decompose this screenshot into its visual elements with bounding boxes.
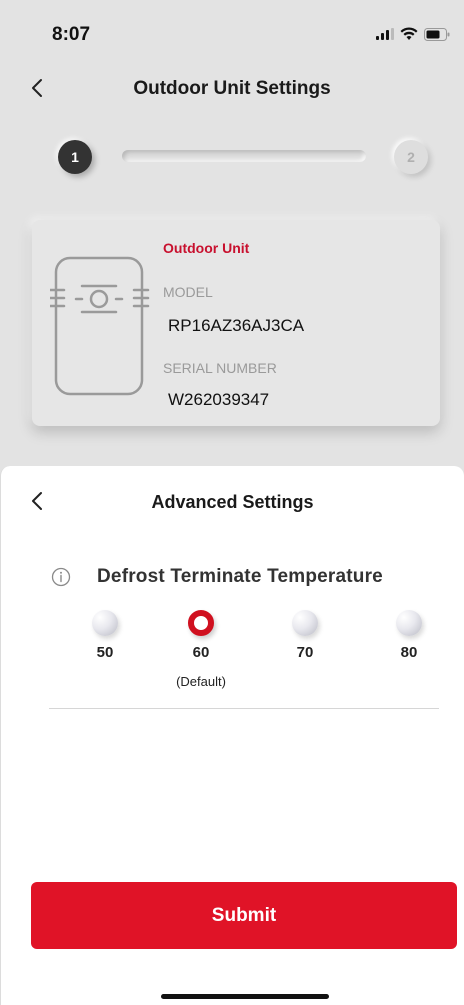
radio-option-50[interactable]: 50 xyxy=(85,610,125,661)
radio-option-70[interactable]: 70 xyxy=(285,610,325,661)
header: Outdoor Unit Settings xyxy=(0,64,464,112)
radio-option-80[interactable]: 80 xyxy=(389,610,429,661)
unit-type-label: Outdoor Unit xyxy=(163,240,250,256)
divider xyxy=(49,708,439,709)
temperature-radio-group: 50 60 70 80 (Default) xyxy=(85,610,425,690)
serial-number-label: SERIAL NUMBER xyxy=(163,360,277,376)
setting-row: Defrost Terminate Temperature xyxy=(51,566,383,588)
serial-number-value: W262039347 xyxy=(168,390,270,409)
status-icons xyxy=(376,27,450,41)
radio-label: 60 xyxy=(192,644,210,661)
submit-button[interactable]: Submit xyxy=(31,882,457,949)
radio-label: 70 xyxy=(296,644,314,661)
step-progress-track xyxy=(122,150,366,162)
page-title: Outdoor Unit Settings xyxy=(133,78,331,99)
setting-label: Defrost Terminate Temperature xyxy=(97,566,383,587)
radio-button[interactable] xyxy=(396,610,422,636)
default-note: (Default) xyxy=(176,674,226,689)
radio-button[interactable] xyxy=(292,610,318,636)
advanced-settings-sheet: Advanced Settings Defrost Terminate Temp… xyxy=(0,466,464,1005)
screen: 8:07 Outdoor Unit Settings 1 2 Outdoor U… xyxy=(0,0,464,1005)
unit-info-card: Outdoor Unit MODEL RP16AZ36AJ3CA SERIAL … xyxy=(32,220,440,426)
status-time: 8:07 xyxy=(52,24,91,45)
sheet-title: Advanced Settings xyxy=(151,492,314,512)
status-bar: 8:07 xyxy=(0,0,464,60)
info-icon[interactable] xyxy=(51,567,71,587)
radio-label: 50 xyxy=(96,644,114,661)
signal-icon xyxy=(376,28,394,40)
outdoor-unit-icon xyxy=(50,256,150,396)
step-2-indicator: 2 xyxy=(394,140,428,174)
model-value: RP16AZ36AJ3CA xyxy=(168,316,305,335)
radio-option-60[interactable]: 60 xyxy=(181,610,221,661)
battery-icon xyxy=(424,27,450,41)
stepper: 1 2 xyxy=(58,140,430,180)
radio-button[interactable] xyxy=(92,610,118,636)
radio-button-selected[interactable] xyxy=(188,610,214,636)
home-indicator xyxy=(161,994,329,999)
radio-label: 80 xyxy=(400,644,418,661)
step-1-indicator: 1 xyxy=(58,140,92,174)
model-label: MODEL xyxy=(163,284,213,300)
wifi-icon xyxy=(400,27,418,41)
